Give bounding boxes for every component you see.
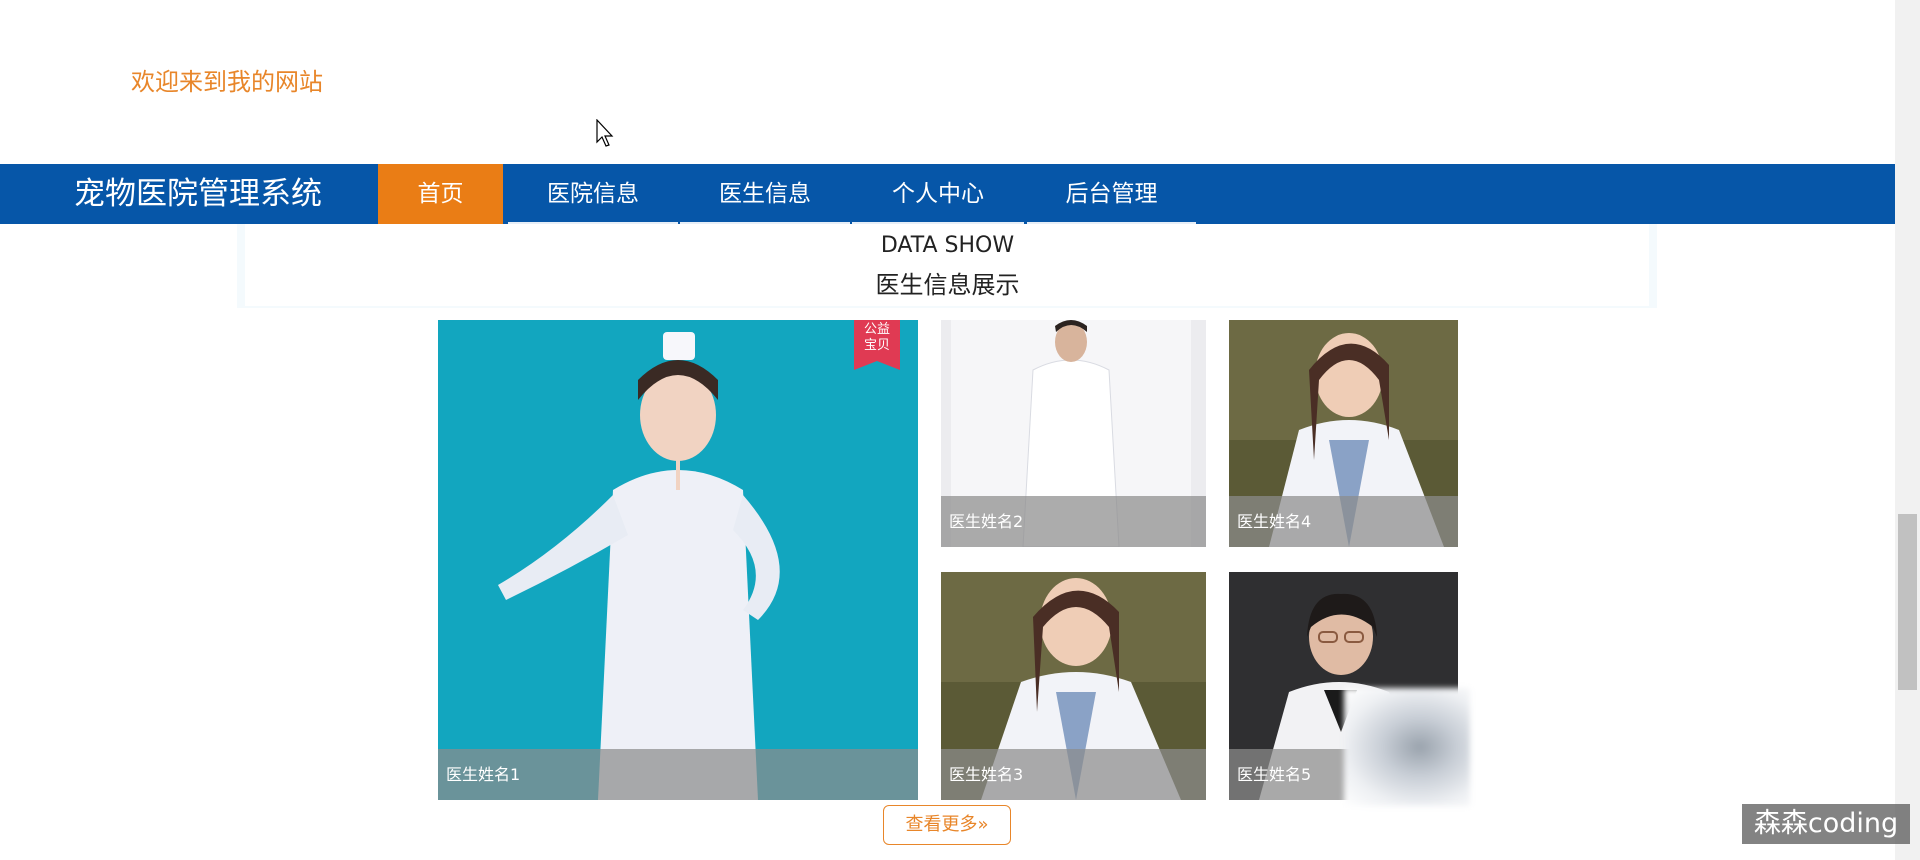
nav-item-doctor-info[interactable]: 医生信息 bbox=[680, 164, 850, 224]
view-more-label: 查看更多 bbox=[905, 814, 978, 835]
doctor-card-2[interactable]: 医生姓名2 bbox=[941, 320, 1206, 547]
scrollbar-track[interactable] bbox=[1895, 0, 1920, 860]
page: 欢迎来到我的网站 宠物医院管理系统 首页 医院信息 医生信息 个人中心 后台管理… bbox=[0, 0, 1920, 860]
doctor-card-4[interactable]: 医生姓名4 bbox=[1229, 320, 1458, 547]
doctor-card-3[interactable]: 医生姓名3 bbox=[941, 572, 1206, 800]
site-brand[interactable]: 宠物医院管理系统 bbox=[74, 164, 322, 224]
doctor-name-4: 医生姓名4 bbox=[1229, 496, 1458, 547]
doctor-card-1[interactable]: 公益 宝贝 医生姓名1 bbox=[438, 320, 918, 800]
mouse-cursor-icon bbox=[596, 119, 614, 147]
nav-item-personal-center[interactable]: 个人中心 bbox=[852, 164, 1024, 224]
nav-item-hospital-info[interactable]: 医院信息 bbox=[508, 164, 678, 224]
watermark-label: 森森coding bbox=[1742, 804, 1910, 844]
section-title-cn: 医生信息展示 bbox=[875, 271, 1020, 299]
blurred-overlay bbox=[1344, 688, 1470, 806]
doctor-name-1: 医生姓名1 bbox=[438, 749, 918, 800]
nav-item-admin[interactable]: 后台管理 bbox=[1027, 164, 1196, 224]
doctor-name-2: 医生姓名2 bbox=[941, 496, 1206, 547]
welcome-text: 欢迎来到我的网站 bbox=[131, 68, 323, 96]
section-title-en: DATA SHOW bbox=[880, 233, 1015, 258]
main-navbar: 宠物医院管理系统 首页 医院信息 医生信息 个人中心 后台管理 bbox=[0, 164, 1895, 224]
nav-item-home[interactable]: 首页 bbox=[378, 164, 503, 224]
scrollbar-thumb[interactable] bbox=[1898, 514, 1917, 690]
double-chevron-right-icon: » bbox=[977, 814, 989, 835]
doctor-photo-1 bbox=[438, 320, 918, 800]
view-more-button[interactable]: 查看更多» bbox=[883, 805, 1011, 845]
doctor-name-3: 医生姓名3 bbox=[941, 749, 1206, 800]
